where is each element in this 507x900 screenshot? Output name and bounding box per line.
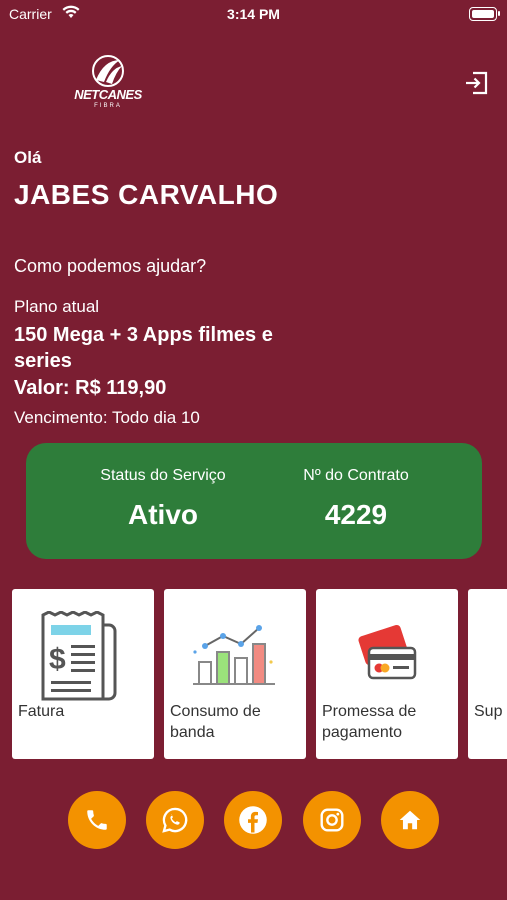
credit-card-icon [316, 611, 458, 703]
service-status: Status do Serviço Ativo [50, 443, 276, 531]
user-name: JABES CARVALHO [14, 179, 279, 210]
battery-icon [469, 7, 500, 21]
contract-number-label: Nº do Contrato [303, 467, 409, 484]
service-card-label: Sup [474, 703, 503, 720]
plan-value: Valor: R$ 119,90 [14, 377, 167, 399]
service-card-label: Promessa de pagamento [322, 703, 417, 741]
bandwidth-chart-icon [164, 611, 306, 703]
home-button[interactable] [381, 791, 439, 849]
service-card-promessa[interactable]: Promessa de pagamento [316, 589, 458, 759]
facebook-icon [239, 806, 267, 834]
instagram-icon [320, 808, 344, 832]
service-status-card: Status do Serviço Ativo Nº do Contrato 4… [26, 443, 482, 559]
support-icon [468, 611, 507, 703]
invoice-icon: $ [12, 611, 154, 703]
svg-text:$: $ [49, 643, 66, 676]
logo-sub-text: FIBRA [94, 103, 122, 109]
contract-number: Nº do Contrato 4229 [256, 443, 456, 531]
services-carousel[interactable]: $ Fatura Consumo de banda Promessa de pa… [12, 589, 507, 759]
logo-brand-text: NETCANES [74, 87, 142, 102]
status-bar: Carrier 3:14 PM [0, 0, 507, 28]
plan-name: 150 Mega + 3 Apps filmes e series [14, 324, 273, 372]
service-card-suporte[interactable]: Sup [468, 589, 507, 759]
phone-icon [87, 810, 107, 830]
netcanes-logo: NETCANES FIBRA [72, 54, 144, 112]
service-card-label: Fatura [18, 703, 65, 720]
help-question: Como podemos ajudar? [14, 256, 207, 276]
service-status-value: Ativo [128, 499, 198, 530]
service-status-label: Status do Serviço [100, 467, 226, 484]
home-icon [399, 810, 421, 830]
service-card-consumo[interactable]: Consumo de banda [164, 589, 306, 759]
logo-mark-icon [92, 55, 124, 87]
whatsapp-icon [162, 807, 188, 833]
contract-number-value: 4229 [324, 499, 388, 530]
logout-button[interactable] [463, 69, 491, 97]
phone-button[interactable] [68, 791, 126, 849]
whatsapp-button[interactable] [146, 791, 204, 849]
instagram-button[interactable] [303, 791, 361, 849]
clock: 3:14 PM [227, 6, 280, 22]
service-card-label: Consumo de banda [170, 703, 261, 741]
plan-due-date: Vencimento: Todo dia 10 [14, 408, 200, 427]
plan-label: Plano atual [14, 297, 100, 316]
greeting-hello: Olá [14, 148, 42, 167]
logout-icon [466, 71, 488, 95]
service-card-fatura[interactable]: $ Fatura [12, 589, 154, 759]
facebook-button[interactable] [224, 791, 282, 849]
